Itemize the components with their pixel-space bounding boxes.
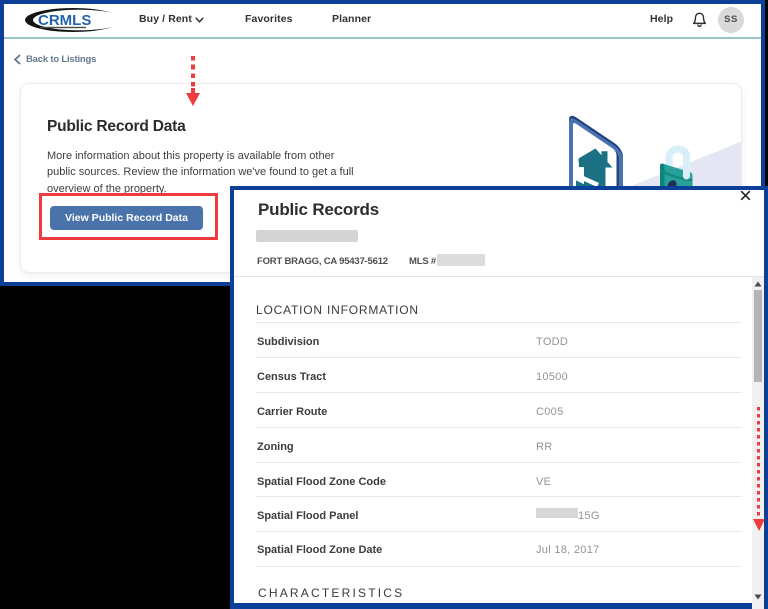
svg-text:CRMLS: CRMLS: [38, 12, 91, 29]
